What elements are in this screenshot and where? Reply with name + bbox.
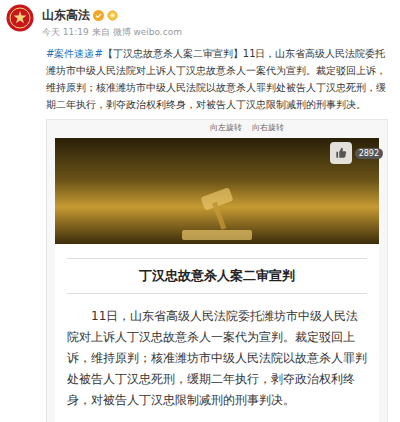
hashtag-link[interactable]: #案件速递# — [46, 48, 103, 59]
court-logo-icon[interactable] — [6, 4, 34, 32]
post-text: #案件速递#【丁汉忠故意杀人案二审宣判】11日，山东省高级人民法院委托潍坊市中级… — [46, 45, 392, 113]
verified-icon — [93, 10, 104, 21]
image-toolbar: 向左旋转向右旋转 — [55, 122, 379, 136]
article-text: 11日，山东省高级人民法院委托潍坊市中级人民法院对上诉人丁汉忠故意杀人一案代为宣… — [67, 306, 367, 411]
article-banner[interactable]: 2892 — [55, 138, 379, 244]
rotate-link[interactable]: 向左旋转 — [210, 122, 242, 136]
thumb-up-icon — [334, 146, 348, 160]
account-name[interactable]: 山东高法 — [42, 7, 90, 24]
like-badge[interactable]: 2892 — [330, 142, 383, 164]
article-body: 丁汉忠故意杀人案二审宣判 11日，山东省高级人民法院委托潍坊市中级人民法院对上诉人… — [55, 244, 379, 422]
article-title[interactable]: 丁汉忠故意杀人案二审宣判 — [67, 258, 367, 294]
medal-icon — [107, 10, 118, 21]
rotate-link[interactable]: 向右旋转 — [252, 122, 284, 136]
like-count: 2892 — [355, 148, 383, 159]
weibo-post: 山东高法今天 11:19 来自 微博 weibo.com #案件速递#【丁汉忠故意… — [0, 0, 400, 422]
post-header: 山东高法今天 11:19 来自 微博 weibo.com — [6, 4, 392, 39]
post-time: 今天 11:19 来自 微博 weibo.com — [42, 26, 182, 39]
article-card: 向左旋转向右旋转 2892 丁汉忠故意杀人案二审宣判 11日，山东省高级人民法院委托潍… — [46, 119, 388, 422]
gavel-icon — [172, 184, 262, 244]
